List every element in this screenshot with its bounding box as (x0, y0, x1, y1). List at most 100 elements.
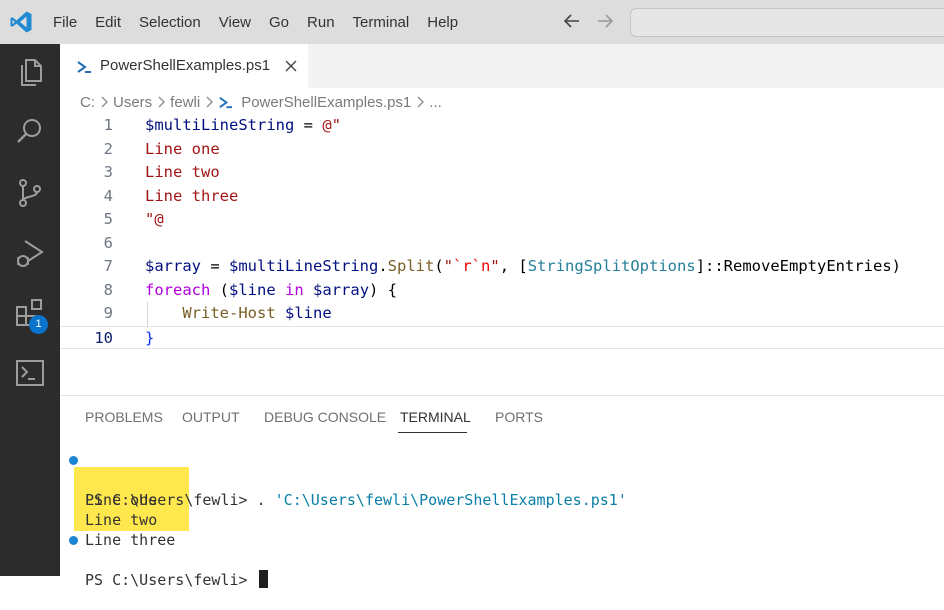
code-line[interactable]: 7 $array = $multiLineString.Split("`r`n",… (60, 255, 944, 279)
menu-selection[interactable]: Selection (130, 14, 210, 31)
code-token: . (378, 257, 388, 275)
menu-view[interactable]: View (210, 14, 260, 31)
powershell-icon (219, 96, 233, 108)
code-token: ]::RemoveEmptyEntries) (695, 257, 901, 275)
chevron-right-icon (206, 96, 214, 108)
code-line[interactable]: 1 $multiLineString = @" (60, 114, 944, 138)
menu-go[interactable]: Go (260, 14, 298, 31)
code-line[interactable]: 10} (60, 325, 944, 351)
breadcrumb-users[interactable]: Users (113, 94, 152, 111)
code-line[interactable]: 3 Line two (60, 161, 944, 185)
search-icon[interactable] (13, 114, 47, 148)
tab-output[interactable]: OUTPUT (182, 409, 240, 425)
code-line[interactable]: 8 foreach ($line in $array) { (60, 279, 944, 303)
code-line[interactable]: 4 Line three (60, 185, 944, 209)
line-number: 5 (103, 210, 113, 228)
code-token: ) { (369, 280, 398, 299)
terminal-command-path: 'C:\Users\fewli\PowerShellExamples.ps1' (274, 491, 627, 509)
run-debug-icon[interactable] (13, 236, 47, 270)
code-token: " (490, 257, 500, 275)
chevron-right-icon (158, 96, 166, 108)
chevron-right-icon (417, 96, 425, 108)
activity-bar: 1 (0, 44, 60, 576)
explorer-icon[interactable] (13, 56, 47, 90)
code-token: @" (322, 116, 341, 134)
code-text: Write-Host $line (145, 302, 332, 326)
menu-terminal[interactable]: Terminal (344, 14, 419, 31)
code-text: "@ (145, 208, 164, 232)
tab-powershell-examples[interactable]: PowerShellExamples.ps1 (60, 44, 308, 88)
code-token: $array (313, 280, 370, 299)
command-decoration-dot[interactable] (69, 536, 78, 545)
code-token: $multiLineString (229, 257, 379, 275)
tab-problems[interactable]: PROBLEMS (85, 409, 163, 425)
menu-file[interactable]: File (44, 14, 86, 31)
code-token: = (294, 116, 323, 134)
code-line[interactable]: 2 Line one (60, 138, 944, 162)
code-text: $multiLineString = @" (145, 114, 341, 138)
code-token: ( (210, 280, 229, 299)
code-token: $line (285, 304, 332, 322)
code-token: Line two (145, 163, 220, 181)
line-number: 3 (103, 163, 113, 181)
code-text: } (145, 327, 154, 351)
code-token: "@ (145, 210, 164, 228)
line-number: 10 (94, 328, 113, 347)
powershell-icon (77, 61, 91, 73)
terminal-output-line: Line three (60, 510, 175, 549)
line-number: 2 (103, 139, 113, 158)
chevron-right-icon (101, 96, 108, 108)
line-number: 4 (103, 186, 113, 205)
terminal-prompt: PS C:\Users\fewli> (85, 571, 248, 589)
tab-debug-console[interactable]: DEBUG CONSOLE (264, 409, 386, 425)
tab-terminal[interactable]: TERMINAL (400, 409, 471, 425)
code-token: Line one (145, 139, 220, 158)
breadcrumb-more[interactable]: ... (429, 94, 442, 111)
code-token: `r`n (453, 257, 491, 275)
source-control-icon[interactable] (13, 176, 47, 210)
remote-terminal-icon[interactable] (13, 356, 47, 390)
line-number: 9 (103, 304, 113, 322)
menu-help[interactable]: Help (418, 14, 467, 31)
code-text: $array = $multiLineString.Split("`r`n", … (145, 255, 901, 279)
code-token: } (145, 328, 155, 347)
code-line[interactable]: 5 "@ (60, 208, 944, 232)
code-token: $multiLineString (145, 116, 295, 134)
command-decoration-dot[interactable] (69, 456, 78, 465)
line-number: 7 (103, 257, 113, 275)
terminal-output-text: Line three (85, 531, 176, 549)
code-text: Line two (145, 161, 220, 185)
menu-run[interactable]: Run (298, 14, 344, 31)
panel-tab-bar: PROBLEMS OUTPUT DEBUG CONSOLE TERMINAL P… (60, 395, 944, 436)
vscode-logo-icon (10, 11, 32, 33)
extensions-badge: 1 (29, 315, 48, 334)
breadcrumb-drive[interactable]: C: (80, 94, 95, 111)
terminal-command-line: PS C:\Users\fewli> . 'C:\Users\fewli\Pow… (60, 450, 627, 509)
back-arrow-icon[interactable] (561, 10, 583, 32)
line-number: 6 (103, 233, 113, 252)
code-line[interactable]: 9 Write-Host $line (60, 302, 944, 326)
code-token: in (285, 280, 304, 299)
code-line[interactable]: 6 (60, 232, 944, 256)
code-token: Split (387, 257, 435, 275)
code-token: = (201, 257, 229, 275)
breadcrumb: C: Users fewli PowerShellExamples.ps1 ..… (80, 92, 442, 112)
code-token: foreach (145, 280, 211, 299)
close-icon[interactable] (284, 59, 298, 73)
breadcrumb-file[interactable]: PowerShellExamples.ps1 (241, 94, 411, 111)
tab-ports[interactable]: PORTS (495, 409, 543, 425)
code-token: [ (518, 257, 528, 275)
command-center-search[interactable] (630, 8, 944, 37)
breadcrumb-fewli[interactable]: fewli (170, 94, 200, 111)
menu-bar: File Edit Selection View Go Run Terminal… (44, 0, 467, 44)
terminal-prompt-line: PS C:\Users\fewli> (60, 530, 268, 589)
code-text: foreach ($line in $array) { (145, 279, 397, 303)
terminal-cursor (258, 570, 268, 588)
code-token: $array (145, 257, 201, 275)
forward-arrow-icon[interactable] (594, 10, 616, 32)
code-editor[interactable]: 1 $multiLineString = @" 2 Line one 3 Line two… (60, 114, 944, 354)
code-text: Line three (145, 185, 238, 209)
menu-edit[interactable]: Edit (86, 14, 130, 31)
